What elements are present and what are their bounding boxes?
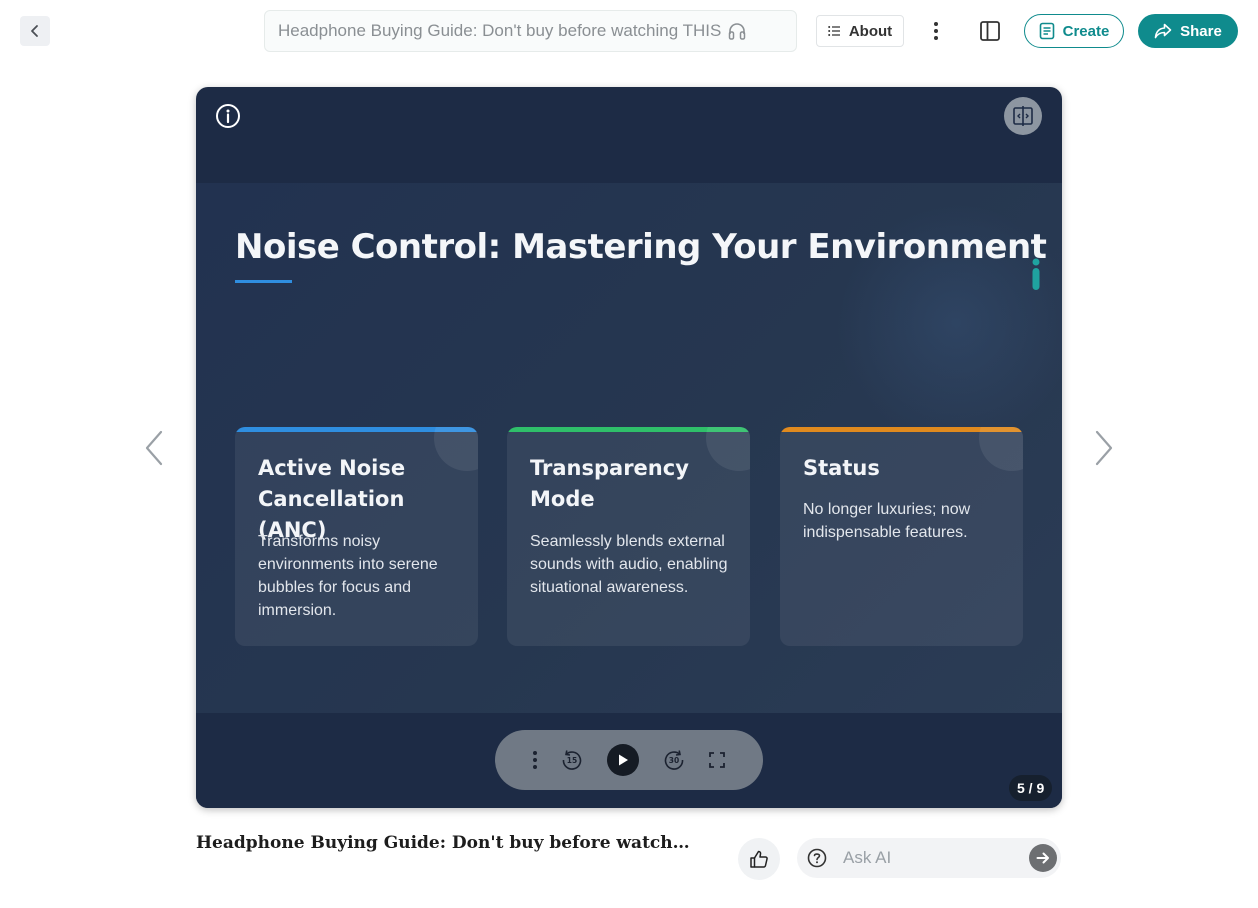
compare-icon[interactable] [1004,97,1042,135]
svg-text:30: 30 [668,756,678,765]
page-counter: 5 / 9 [1009,775,1053,801]
about-button[interactable]: About [816,15,904,47]
sidebar-toggle-button[interactable] [976,17,1004,45]
video-footer-title: Headphone Buying Guide: Don't buy before… [196,833,696,853]
slide: Noise Control: Mastering Your Environmen… [196,183,1062,713]
forward-icon: 30 [664,750,683,770]
card-body: No longer luxuries; now indispensable fe… [803,501,971,541]
share-label: Share [1180,22,1222,40]
share-arrow-icon [1154,23,1172,39]
feature-card-transparency: Transparency Mode Seamlessly blends exte… [507,427,750,646]
like-button[interactable] [738,838,780,880]
ask-ai-box [797,838,1061,878]
question-icon [807,848,827,868]
card-body: Transforms noisy environments into seren… [258,533,438,619]
back-button[interactable] [20,16,50,46]
card-title: Transparency Mode [530,456,689,511]
list-icon [828,26,840,36]
document-icon [1039,22,1054,40]
playback-controls: 15 30 [495,730,763,790]
about-label: About [848,22,893,40]
more-vertical-icon [934,22,938,40]
sidebar-icon [980,21,1000,41]
previous-slide-arrow[interactable] [144,430,164,466]
more-options-button[interactable] [922,17,950,45]
chevron-left-icon [31,25,38,37]
info-icon[interactable] [215,103,241,129]
create-label: Create [1062,22,1110,40]
svg-text:15: 15 [567,756,577,765]
feature-card-anc: Active Noise Cancellation (ANC) Transfor… [235,427,478,646]
info-marker-icon [1032,258,1040,290]
rewind-button[interactable]: 15 [560,748,584,772]
video-player[interactable]: Noise Control: Mastering Your Environmen… [196,87,1062,808]
create-button[interactable]: Create [1024,14,1124,48]
forward-button[interactable]: 30 [662,748,686,772]
next-slide-arrow[interactable] [1094,430,1114,466]
share-button[interactable]: Share [1138,14,1238,48]
arrow-right-icon [1036,852,1049,864]
ask-ai-input[interactable] [843,848,1013,868]
feature-card-status: Status No longer luxuries; now indispens… [780,427,1023,646]
rewind-icon: 15 [563,750,582,770]
thumbs-up-icon [750,850,768,868]
fullscreen-button[interactable] [708,751,726,769]
slide-title: Noise Control: Mastering Your Environmen… [235,227,1047,267]
card-body: Seamlessly blends external sounds with a… [530,533,728,596]
player-more-button[interactable] [532,750,538,770]
more-vertical-icon [532,751,537,769]
video-title-field[interactable]: Headphone Buying Guide: Don't buy before… [264,10,797,52]
card-title: Status [803,456,880,480]
play-icon [618,754,628,766]
video-title-text: Headphone Buying Guide: Don't buy before… [278,21,722,40]
play-button[interactable] [606,744,639,776]
fullscreen-icon [709,752,726,768]
send-button[interactable] [1029,844,1057,872]
title-underline [235,280,292,283]
headphone-icon [727,21,747,41]
